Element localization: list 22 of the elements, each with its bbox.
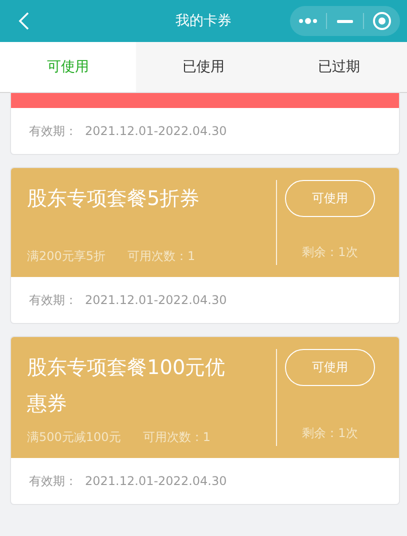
usage-count: 可用次数：1 [142,429,210,446]
close-icon[interactable] [372,11,392,31]
more-icon[interactable] [298,18,318,24]
validity-date: 2021.12.01-2022.04.30 [85,474,227,488]
minimize-icon[interactable] [337,20,353,22]
validity-label: 有效期： [29,472,77,490]
coupon-title: 股东专项套餐100元优惠券 [27,354,226,417]
validity-label: 有效期： [29,122,77,140]
use-button[interactable]: 可使用 [285,349,375,386]
page-title: 我的卡券 [176,12,232,30]
remaining-count: 剩余：1次 [302,244,358,261]
validity-label: 有效期： [29,292,77,308]
coupon-condition: 满200元享5折 [27,248,106,265]
validity-date: 2021.12.01-2022.04.30 [85,293,227,307]
use-button[interactable]: 可使用 [285,180,375,217]
usage-count: 可用次数：1 [128,248,196,265]
coupon-condition: 满500元减100元 [27,429,121,446]
coupon-title: 股东专项套餐5折券 [27,185,201,212]
back-icon[interactable] [18,11,30,31]
validity-date: 2021.12.01-2022.04.30 [85,124,227,138]
tab[interactable]: 可使用 [0,42,136,92]
remaining-count: 剩余：1次 [302,425,358,442]
